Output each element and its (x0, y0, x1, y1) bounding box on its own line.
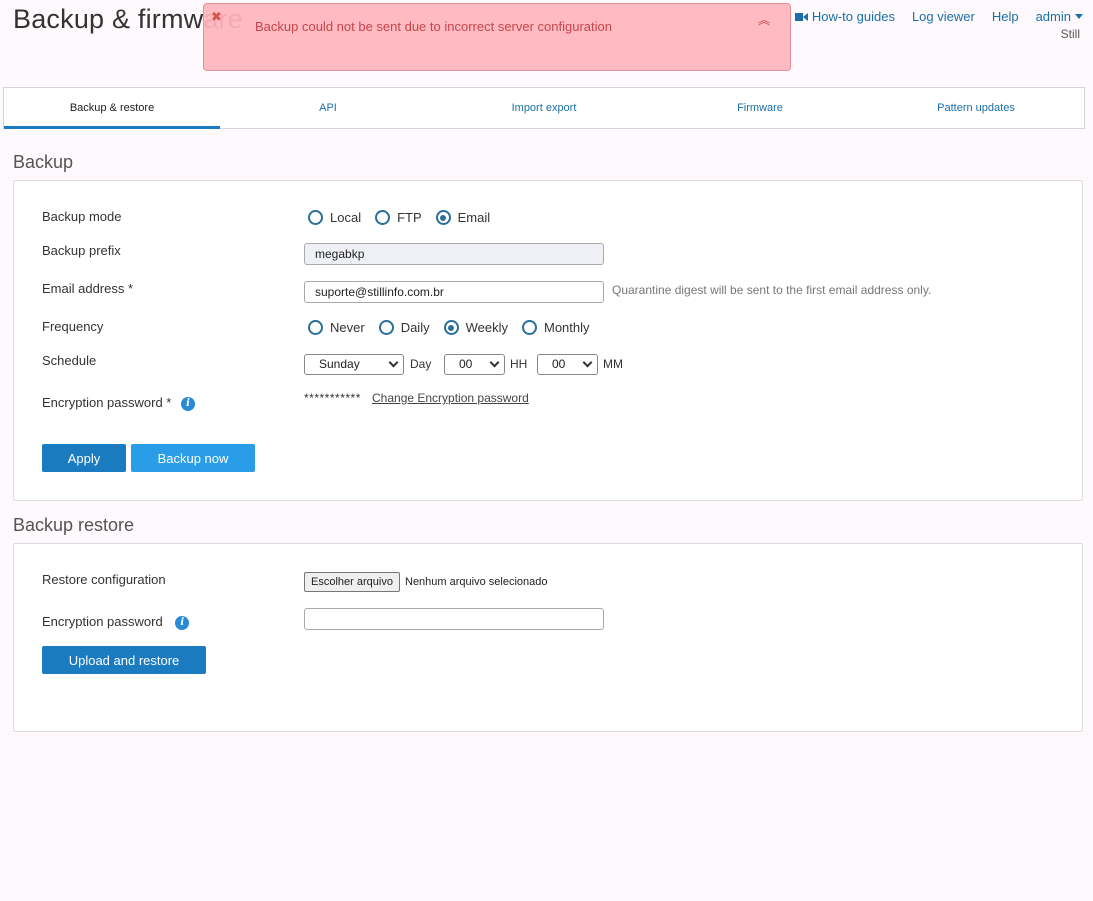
caret-down-icon (1075, 14, 1083, 19)
radio-unchecked-icon (521, 320, 537, 335)
info-icon[interactable]: i (175, 615, 190, 630)
radio-unchecked-icon (308, 320, 323, 335)
page: Backup & firmware How-to guides Log view… (0, 0, 1093, 901)
howto-guides-link[interactable]: How-to guides (794, 9, 895, 24)
top-links: How-to guides Log viewer Help admin (794, 9, 1083, 24)
schedule-minute-select[interactable]: 00 (537, 354, 598, 375)
radio-label: Weekly (465, 320, 508, 335)
collapse-up-icon[interactable]: ︽ (758, 14, 770, 26)
radio-label: Local (330, 210, 362, 225)
encryption-password-label-text: Encryption password * (42, 395, 172, 410)
video-camera-icon (794, 12, 808, 21)
backup-section-title: Backup (13, 152, 74, 172)
radio-checked-icon (443, 320, 459, 335)
restore-encryption-password-input[interactable] (304, 608, 604, 630)
schedule-label: Schedule (42, 353, 97, 368)
radio-label: Daily (400, 320, 430, 335)
restore-panel: Restore configuration Escolher arquivo N… (13, 543, 1083, 732)
admin-menu[interactable]: admin (1036, 9, 1083, 24)
backup-now-button[interactable]: Backup now (131, 444, 255, 472)
frequency-weekly-radio[interactable]: Weekly (443, 320, 508, 335)
encryption-password-label: Encryption password * i (42, 395, 195, 411)
backup-prefix-input[interactable]: megabkp (304, 243, 604, 265)
help-link[interactable]: Help (992, 9, 1019, 24)
radio-unchecked-icon (375, 210, 391, 225)
upload-and-restore-button[interactable]: Upload and restore (42, 646, 206, 674)
error-toast: ✖ Backup could not be sent due to incorr… (203, 3, 791, 71)
backup-mode-radio-group: Local FTP Email (308, 210, 504, 225)
email-hint: Quarantine digest will be sent to the fi… (612, 283, 932, 297)
choose-file-button[interactable]: Escolher arquivo (304, 572, 400, 592)
tab-backup-restore[interactable]: Backup & restore (4, 88, 220, 129)
backup-mode-label: Backup mode (42, 209, 122, 224)
change-encryption-password-link[interactable]: Change Encryption password (372, 391, 529, 405)
organization-name: Still (1060, 27, 1080, 41)
tab-firmware[interactable]: Firmware (652, 88, 868, 128)
log-viewer-link[interactable]: Log viewer (912, 9, 975, 24)
howto-guides-label: How-to guides (811, 9, 895, 24)
tab-import-export[interactable]: Import export (436, 88, 652, 128)
restore-section-title: Backup restore (13, 515, 135, 535)
schedule-minute-value: 00 (552, 357, 566, 371)
restore-encryption-password-label-text: Encryption password (42, 614, 163, 629)
email-address-label: Email address * (42, 281, 134, 296)
backup-prefix-label: Backup prefix (42, 243, 121, 258)
radio-label: Never (330, 320, 365, 335)
schedule-hour-select[interactable]: 00 (444, 354, 505, 375)
info-icon[interactable]: i (180, 396, 195, 411)
frequency-daily-radio[interactable]: Daily (378, 320, 430, 335)
tab-api[interactable]: API (220, 88, 436, 128)
apply-button[interactable]: Apply (42, 444, 126, 472)
close-icon[interactable]: ✖ (211, 10, 222, 23)
frequency-radio-group: Never Daily Weekly Monthly (308, 320, 604, 335)
backup-mode-local-radio[interactable]: Local (308, 210, 361, 225)
encryption-password-mask: *********** (304, 391, 361, 405)
radio-label: FTP (397, 210, 422, 225)
toast-message: Backup could not be sent due to incorrec… (255, 19, 612, 34)
backup-mode-ftp-radio[interactable]: FTP (375, 210, 422, 225)
schedule-day-value: Sunday (319, 357, 360, 371)
schedule-day-select[interactable]: Sunday (304, 354, 404, 375)
radio-unchecked-icon (378, 320, 394, 335)
restore-configuration-label: Restore configuration (42, 572, 166, 587)
tab-pattern-updates[interactable]: Pattern updates (868, 88, 1084, 128)
frequency-never-radio[interactable]: Never (308, 320, 365, 335)
frequency-label: Frequency (42, 319, 104, 334)
radio-label: Email (457, 210, 491, 225)
restore-encryption-password-label: Encryption password i (42, 614, 190, 630)
radio-checked-icon (435, 210, 451, 225)
file-status-text: Nenhum arquivo selecionado (405, 576, 548, 588)
chevron-down-icon (582, 357, 593, 368)
backup-mode-email-radio[interactable]: Email (435, 210, 491, 225)
schedule-hour-value: 00 (459, 357, 473, 371)
radio-label: Monthly (543, 320, 590, 335)
schedule-hour-label: HH (510, 357, 528, 371)
chevron-down-icon (388, 357, 399, 368)
schedule-minute-label: MM (603, 357, 623, 371)
admin-label: admin (1035, 9, 1071, 24)
radio-unchecked-icon (308, 210, 323, 225)
schedule-day-label: Day (410, 357, 432, 371)
chevron-down-icon (489, 357, 500, 368)
email-address-input[interactable]: suporte@stillinfo.com.br (304, 281, 604, 303)
backup-panel: Backup mode Local FTP Email Backup prefi… (13, 180, 1083, 501)
tab-bar: Backup & restore API Import export Firmw… (3, 87, 1085, 129)
frequency-monthly-radio[interactable]: Monthly (521, 320, 590, 335)
